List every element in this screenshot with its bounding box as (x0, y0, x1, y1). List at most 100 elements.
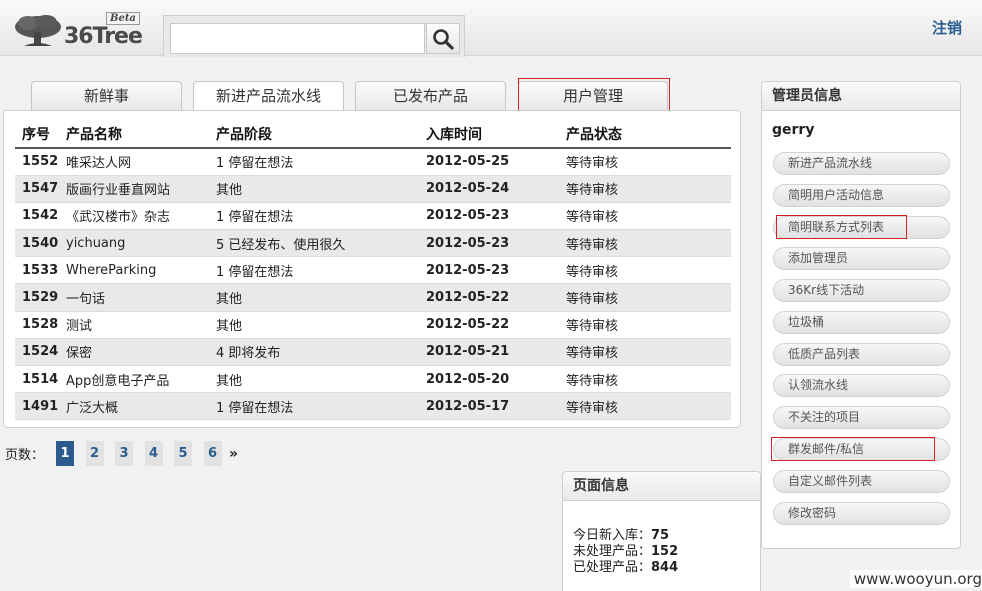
table-row[interactable]: 1514 App创意电子产品 其他 2012-05-20 等待审核 (15, 365, 731, 394)
page-link-4[interactable]: 4 (144, 441, 163, 466)
row-product-name: App创意电子产品 (59, 365, 209, 394)
row-stage: 1 停留在想法 (209, 392, 419, 421)
row-stage: 1 停留在想法 (209, 148, 419, 176)
admin-menu-contact-list[interactable]: 简明联系方式列表 (773, 216, 950, 239)
row-product-name: 《武汉楼市》杂志 (59, 202, 209, 231)
stat-value: 152 (651, 544, 679, 559)
column-header-status: 产品状态 (559, 121, 731, 149)
row-status: 等待审核 (559, 283, 731, 312)
admin-menu-offline-events[interactable]: 36Kr线下活动 (773, 279, 950, 302)
stat-unprocessed: 未处理产品：152 (573, 544, 678, 560)
row-status: 等待审核 (559, 311, 731, 339)
logo[interactable]: 36Tree Beta (14, 12, 143, 50)
top-header: 36Tree Beta 注销 (0, 0, 982, 57)
table-row[interactable]: 1528 测试 其他 2012-05-22 等待审核 (15, 311, 731, 339)
row-date: 2012-05-17 (419, 392, 559, 421)
row-date: 2012-05-21 (419, 338, 559, 367)
admin-menu-trash[interactable]: 垃圾桶 (773, 311, 950, 334)
row-id: 1528 (15, 311, 59, 339)
tab-published-products[interactable]: 已发布产品 (355, 81, 506, 111)
row-product-name: 保密 (59, 338, 209, 367)
row-id: 1514 (15, 365, 59, 394)
tree-logo-icon (15, 15, 61, 46)
page-link-5[interactable]: 5 (174, 441, 193, 466)
tab-user-management[interactable]: 用户管理 (518, 81, 668, 111)
watermark: www.wooyun.org (849, 570, 982, 588)
page-info-stats: 今日新入库：75 未处理产品：152 已处理产品：844 (573, 528, 678, 576)
row-id: 1529 (15, 283, 59, 312)
row-product-name: 唯采达人网 (59, 148, 209, 176)
column-header-stage: 产品阶段 (209, 121, 419, 149)
logo-text: 36Tree (64, 24, 143, 49)
next-page-link[interactable]: » (229, 446, 238, 462)
search-input[interactable] (170, 23, 425, 54)
product-list-panel: 序号 产品名称 产品阶段 入库时间 产品状态 1552 唯采达人网 1 停留在想法 2… (3, 110, 741, 428)
row-product-name: 版画行业垂直网站 (59, 175, 209, 203)
row-date: 2012-05-25 (419, 148, 559, 176)
page-info-box: 页面信息 今日新入库：75 未处理产品：152 已处理产品：844 (562, 471, 761, 591)
row-status: 等待审核 (559, 338, 731, 367)
admin-menu-low-quality-products[interactable]: 低质产品列表 (773, 343, 950, 366)
page-link-3[interactable]: 3 (115, 441, 134, 466)
row-id: 1552 (15, 148, 59, 176)
row-date: 2012-05-23 (419, 256, 559, 285)
table-row[interactable]: 1540 yichuang 5 已经发布、使用很久 2012-05-23 等待审核 (15, 229, 731, 258)
page-link-2[interactable]: 2 (85, 441, 104, 466)
row-stage: 其他 (209, 311, 419, 339)
admin-menu-change-password[interactable]: 修改密码 (773, 502, 950, 525)
admin-menu-user-activity[interactable]: 简明用户活动信息 (773, 184, 950, 207)
admin-info-title: 管理员信息 (762, 82, 960, 111)
table-row[interactable]: 1524 保密 4 即将发布 2012-05-21 等待审核 (15, 338, 731, 367)
row-status: 等待审核 (559, 229, 731, 258)
logout-link[interactable]: 注销 (932, 17, 962, 38)
admin-menu-custom-mail-list[interactable]: 自定义邮件列表 (773, 470, 950, 493)
row-stage: 其他 (209, 283, 419, 312)
row-date: 2012-05-23 (419, 202, 559, 231)
admin-menu-claim-pipeline[interactable]: 认领流水线 (773, 374, 950, 397)
stat-value: 844 (651, 560, 679, 575)
row-product-name: WhereParking (59, 256, 209, 285)
product-table: 序号 产品名称 产品阶段 入库时间 产品状态 1552 唯采达人网 1 停留在想法 2… (15, 121, 731, 421)
table-row[interactable]: 1491 广泛大概 1 停留在想法 2012-05-17 等待审核 (15, 392, 731, 421)
row-id: 1542 (15, 202, 59, 231)
beta-badge: Beta (106, 12, 140, 25)
column-header-name: 产品名称 (59, 121, 209, 149)
admin-menu-ignored-projects[interactable]: 不关注的项目 (773, 406, 950, 429)
stat-label: 已处理产品： (573, 560, 652, 575)
table-row[interactable]: 1529 一句话 其他 2012-05-22 等待审核 (15, 283, 731, 312)
stat-value: 75 (651, 528, 670, 543)
table-row[interactable]: 1533 WhereParking 1 停留在想法 2012-05-23 等待审核 (15, 256, 731, 285)
row-id: 1547 (15, 175, 59, 203)
row-status: 等待审核 (559, 175, 731, 203)
search-bar (163, 15, 465, 57)
row-stage: 1 停留在想法 (209, 202, 419, 231)
page-link-1[interactable]: 1 (56, 441, 75, 466)
row-id: 1524 (15, 338, 59, 367)
row-id: 1533 (15, 256, 59, 285)
stat-today-new: 今日新入库：75 (573, 528, 678, 544)
pager-label: 页数： (5, 448, 45, 463)
row-id: 1491 (15, 392, 59, 421)
tab-news[interactable]: 新鲜事 (31, 81, 182, 111)
admin-menu-mass-mail[interactable]: 群发邮件/私信 (773, 438, 950, 461)
row-stage: 4 即将发布 (209, 338, 419, 367)
row-status: 等待审核 (559, 392, 731, 421)
table-row[interactable]: 1552 唯采达人网 1 停留在想法 2012-05-25 等待审核 (15, 148, 731, 176)
search-button[interactable] (426, 23, 460, 54)
admin-info-panel: 管理员信息 gerry 新进产品流水线 简明用户活动信息 简明联系方式列表 添加… (761, 81, 961, 549)
page-link-6[interactable]: 6 (203, 441, 222, 466)
admin-menu-new-product-pipeline[interactable]: 新进产品流水线 (773, 152, 950, 175)
row-date: 2012-05-20 (419, 365, 559, 394)
table-header-row: 序号 产品名称 产品阶段 入库时间 产品状态 (15, 121, 731, 149)
table-row[interactable]: 1542 《武汉楼市》杂志 1 停留在想法 2012-05-23 等待审核 (15, 202, 731, 231)
admin-menu-add-admin[interactable]: 添加管理员 (773, 247, 950, 270)
row-date: 2012-05-23 (419, 229, 559, 258)
row-date: 2012-05-22 (419, 311, 559, 339)
table-row[interactable]: 1547 版画行业垂直网站 其他 2012-05-24 等待审核 (15, 175, 731, 203)
tab-new-product-pipeline[interactable]: 新进产品流水线 (193, 81, 344, 112)
search-icon (433, 28, 454, 50)
stat-label: 未处理产品： (573, 544, 652, 559)
pagination: 页数： 1 2 3 4 5 6 » (5, 441, 238, 466)
column-header-date: 入库时间 (419, 121, 559, 149)
row-status: 等待审核 (559, 148, 731, 176)
